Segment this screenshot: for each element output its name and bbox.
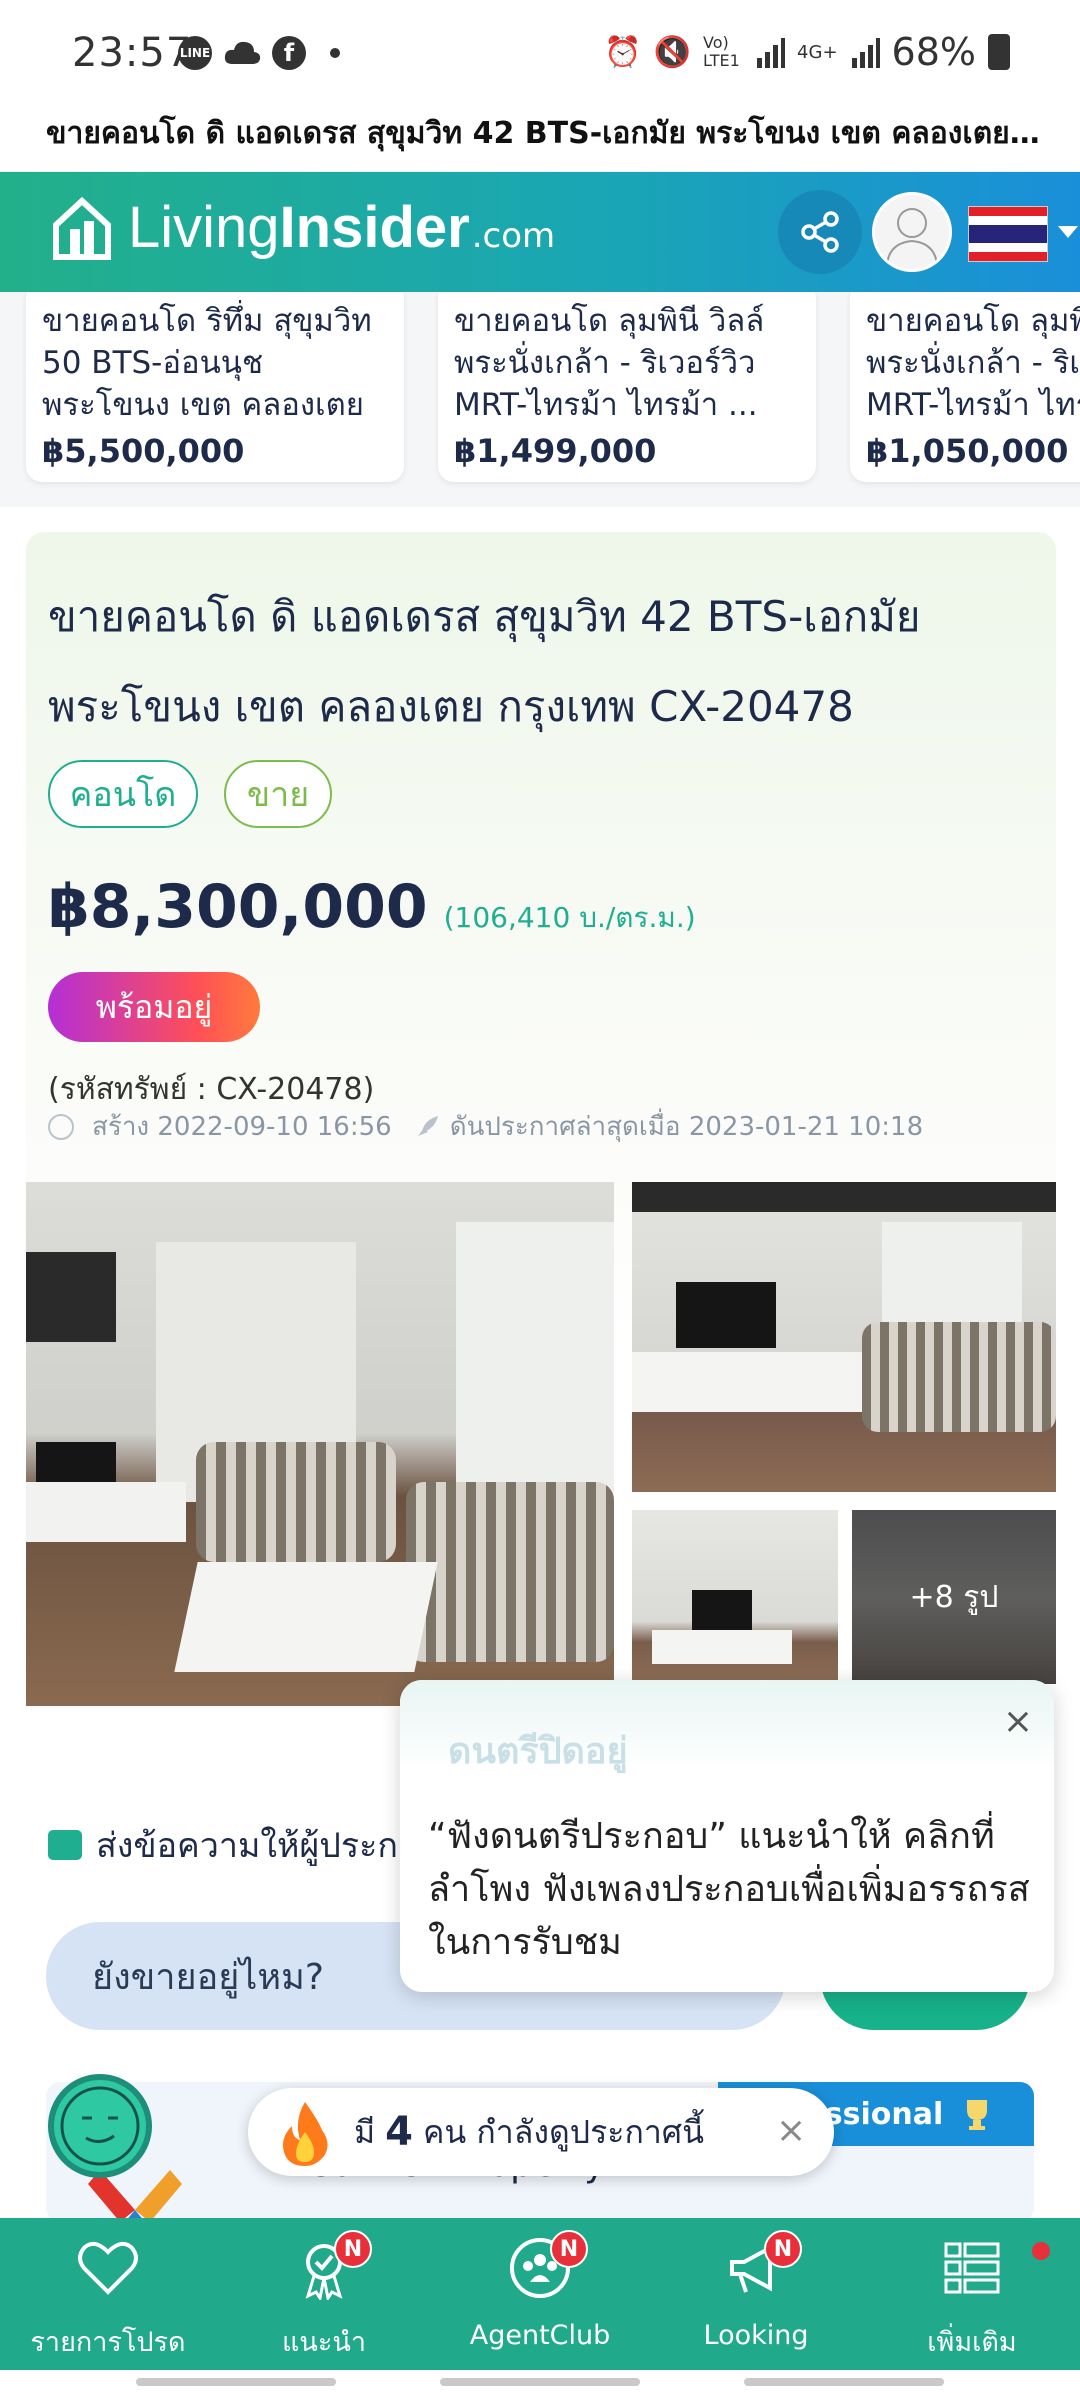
viewers-count: 4 (385, 2109, 413, 2155)
viewers-prefix: มี (354, 2112, 376, 2151)
gesture-segment (440, 2378, 640, 2386)
nav-label: แนะนำ (282, 2327, 366, 2358)
viewers-close-button[interactable]: × (776, 2110, 806, 2151)
nav-item-recommended[interactable]: N แนะนำ (216, 2218, 432, 2368)
page-title: ขายคอนโด ดิ แอดเดรส สุขุมวิท 42 BTS-เอกม… (46, 116, 1046, 151)
related-listing-price: ฿5,500,000 (42, 432, 245, 470)
related-listing-title: ขายคอนโด ลุมพินี วิลล์ พระนั่งเกล้า - ริ… (454, 303, 765, 423)
message-section-label: ส่งข้อความให้ผู้ประกาศ (48, 1818, 439, 1872)
viewers-notice: มี 4 คน กำลังดูประกาศนี้ × (248, 2088, 834, 2176)
rocket-icon (417, 1115, 438, 1136)
logo-dotcom: .com (471, 215, 556, 256)
heart-icon (78, 2241, 138, 2295)
gesture-segment (136, 2378, 336, 2386)
chat-icon (48, 1830, 82, 1860)
price-row: ฿8,300,000 (106,410 บ./ตร.ม.) (48, 872, 696, 942)
nav-new-badge: N (550, 2230, 588, 2268)
network-label: Vo) LTE1 (703, 33, 740, 70)
tooltip-body: “ฟังดนตรีประกอบ” แนะนำให้ คลิกที่ ลำโพง … (428, 1816, 1030, 1963)
nav-new-badge: N (334, 2230, 372, 2268)
tag-condo[interactable]: คอนโด (48, 760, 198, 828)
page-title-strip: ขายคอนโด ดิ แอดเดรส สุขุมวิท 42 BTS-เอกม… (0, 100, 1080, 172)
user-avatar[interactable] (872, 192, 952, 272)
signal-icon (757, 38, 786, 68)
status-bar: 23:57 LINE f ⏰ 🔇 Vo) LTE1 4G+ 68% (0, 0, 1080, 110)
language-dropdown-icon[interactable] (1058, 226, 1078, 238)
nav-item-more[interactable]: เพิ่มเติม (864, 2218, 1080, 2368)
logo-text: LivingInsider (128, 194, 470, 261)
listing-title: ขายคอนโด ดิ แอดเดรส สุขุมวิท 42 BTS-เอกม… (48, 592, 921, 731)
main-photo[interactable] (26, 1182, 614, 1706)
last-boosted-date: ดันประกาศล่าสุดเมื่อ 2023-01-21 10:18 (449, 1112, 924, 1142)
logo-text-bold: Insider (279, 195, 470, 260)
nav-new-badge: N (764, 2230, 802, 2268)
alarm-icon: ⏰ (604, 34, 642, 70)
cloud-icon (224, 41, 261, 64)
tag-sale[interactable]: ขาย (224, 760, 332, 828)
notification-icons: LINE f (178, 36, 340, 70)
more-notifications-dot (330, 48, 340, 58)
system-gesture-bar (0, 2370, 1080, 2400)
fire-icon (283, 2102, 328, 2166)
related-listings: ขายคอนโด ริทึ่ม สุขุมวิท 50 BTS-อ่อนนุช … (0, 292, 1080, 507)
nav-notification-dot (1032, 2242, 1050, 2260)
plus-circle-icon (48, 1113, 74, 1140)
music-tooltip: ดนตรีปิดอยู่ × “ฟังดนตรีประกอบ” แนะนำให้… (400, 1680, 1054, 1992)
trophy-icon (967, 2100, 988, 2130)
nav-item-looking[interactable]: N Looking (648, 2218, 864, 2368)
share-button[interactable] (778, 190, 862, 274)
share-icon (801, 211, 839, 253)
created-date: สร้าง 2022-09-10 16:56 (92, 1112, 392, 1142)
chatbot-smiley-button[interactable] (48, 2074, 152, 2178)
line-app-icon: LINE (178, 36, 212, 70)
grid-menu-icon (944, 2242, 1000, 2294)
nav-label: Looking (703, 2320, 809, 2351)
related-listing-title: ขายคอนโด ริทึ่ม สุขุมวิท 50 BTS-อ่อนนุช … (42, 303, 372, 423)
facebook-icon: f (272, 36, 306, 70)
photo-gallery: +8 รูป (26, 1182, 1056, 1706)
related-listing-title: ขายคอนโด ลุมพินี วิลล์ พระนั่งเกล้า - ริ… (866, 303, 1080, 423)
message-label-text: ส่งข้อความให้ผู้ประกาศ (96, 1826, 439, 1866)
price-per-sqm: (106,410 บ./ตร.ม.) (443, 901, 696, 934)
gesture-segment (744, 2378, 944, 2386)
signal-icon-2 (851, 38, 880, 68)
viewers-suffix: คน กำลังดูประกาศนี้ (422, 2112, 704, 2151)
gallery-photo[interactable] (632, 1182, 1056, 1492)
battery-percent: 68% (891, 30, 976, 74)
ready-status-badge: พร้อมอยู่ (48, 972, 260, 1042)
thai-flag-icon[interactable] (968, 206, 1048, 262)
mute-icon: 🔇 (653, 34, 692, 70)
living-insider-logo[interactable]: LivingInsider .com (52, 194, 555, 261)
house-logo-icon (53, 196, 111, 260)
related-listing-price: ฿1,499,000 (454, 432, 657, 470)
tooltip-title: ดนตรีปิดอยู่ (448, 1731, 628, 1772)
system-icons: ⏰ 🔇 Vo) LTE1 4G+ 68% (604, 30, 1010, 74)
user-icon (886, 208, 938, 266)
gallery-photo[interactable] (632, 1510, 838, 1684)
related-listing-card[interactable]: ขายคอนโด ริทึ่ม สุขุมวิท 50 BTS-อ่อนนุช … (26, 292, 404, 482)
smiley-face-icon (60, 2086, 140, 2166)
related-listing-card[interactable]: ขายคอนโด ลุมพินี วิลล์ พระนั่งเกล้า - ริ… (850, 292, 1080, 482)
status-time: 23:57 (72, 30, 193, 76)
nav-label: เพิ่มเติม (927, 2327, 1017, 2358)
nav-label: AgentClub (469, 2320, 611, 2351)
more-photos-overlay[interactable]: +8 รูป (852, 1510, 1056, 1684)
listing-meta: สร้าง 2022-09-10 16:56 ดันประกาศล่าสุดเม… (48, 1106, 923, 1147)
nav-item-favorites[interactable]: รายการโปรด (0, 2218, 216, 2368)
battery-icon (988, 34, 1010, 70)
tooltip-close-button[interactable]: × (998, 1702, 1038, 1742)
listing-price: ฿8,300,000 (48, 872, 428, 942)
related-listing-card[interactable]: ขายคอนโด ลุมพินี วิลล์ พระนั่งเกล้า - ริ… (438, 292, 816, 482)
network-label-2: 4G+ (797, 41, 838, 63)
logo-text-light: Living (128, 195, 280, 260)
app-header: LivingInsider .com (0, 172, 1080, 292)
nav-label: รายการโปรด (30, 2327, 186, 2358)
related-listing-price: ฿1,050,000 (866, 432, 1069, 470)
nav-item-agentclub[interactable]: N AgentClub (432, 2218, 648, 2368)
